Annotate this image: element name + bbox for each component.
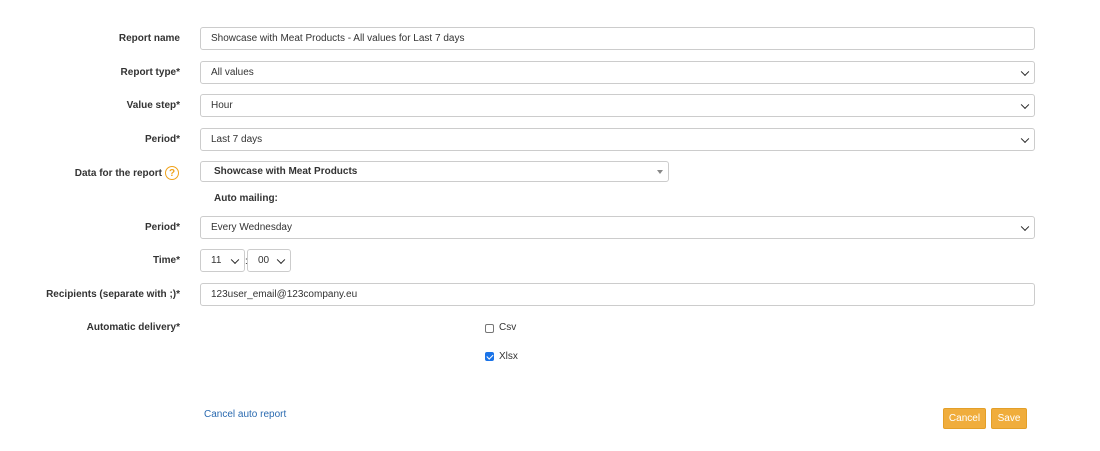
value-step-value: Hour: [211, 100, 233, 111]
chevron-down-icon: [230, 255, 240, 264]
report-type-label: Report type*: [120, 67, 180, 78]
data-for-report-select[interactable]: Showcase with Meat Products: [200, 161, 669, 182]
save-button[interactable]: Save: [991, 408, 1027, 429]
xlsx-checkbox[interactable]: [485, 352, 494, 361]
automatic-delivery-label: Automatic delivery*: [86, 322, 180, 333]
hour-select[interactable]: 11: [200, 249, 245, 272]
recipients-label: Recipients (separate with ;)*: [46, 289, 180, 300]
minute-select[interactable]: 00: [247, 249, 291, 272]
mailing-period-select[interactable]: Every Wednesday: [200, 216, 1035, 239]
cancel-button[interactable]: Cancel: [943, 408, 986, 429]
chevron-down-icon: [1020, 134, 1030, 143]
value-step-select[interactable]: Hour: [200, 94, 1035, 117]
recipients-value: 123user_email@123company.eu: [211, 289, 358, 300]
report-name-input[interactable]: Showcase with Meat Products - All values…: [200, 27, 1035, 50]
time-label: Time*: [152, 255, 180, 266]
report-name-value: Showcase with Meat Products - All values…: [211, 33, 465, 44]
chevron-down-icon: [1020, 67, 1030, 76]
data-for-report-value: Showcase with Meat Products: [214, 166, 358, 177]
value-step-label: Value step*: [126, 100, 180, 111]
report-name-label: Report name: [118, 33, 180, 44]
chevron-down-icon: [276, 255, 286, 264]
mailing-period-value: Every Wednesday: [211, 222, 292, 233]
mailing-period-label: Period*: [144, 222, 180, 233]
help-icon[interactable]: ?: [165, 166, 179, 180]
report-type-select[interactable]: All values: [200, 61, 1035, 84]
report-type-value: All values: [211, 67, 254, 78]
hour-value: 11: [211, 255, 222, 266]
minute-value: 00: [258, 255, 270, 266]
data-for-report-label: Data for the report: [74, 168, 162, 179]
csv-label: Csv: [499, 322, 517, 333]
xlsx-label: Xlsx: [499, 351, 518, 362]
period-label: Period*: [144, 134, 180, 145]
cancel-auto-report-link[interactable]: Cancel auto report: [204, 409, 286, 420]
period-value: Last 7 days: [211, 134, 263, 145]
chevron-down-icon: [1020, 222, 1030, 231]
caret-down-icon: [657, 169, 663, 174]
auto-mailing-heading: Auto mailing:: [214, 193, 278, 204]
chevron-down-icon: [1020, 100, 1030, 109]
csv-checkbox[interactable]: [485, 324, 494, 333]
period-select[interactable]: Last 7 days: [200, 128, 1035, 151]
recipients-input[interactable]: 123user_email@123company.eu: [200, 283, 1035, 306]
